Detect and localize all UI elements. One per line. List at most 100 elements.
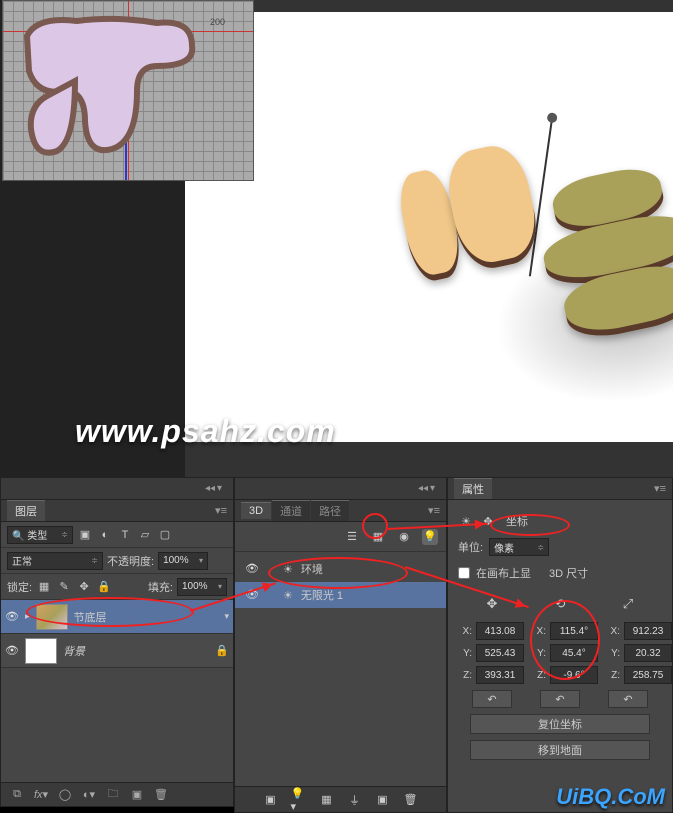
pos-y-input[interactable] <box>476 644 524 662</box>
new-light-icon[interactable]: 💡▾ <box>291 792 307 808</box>
filter-material-icon[interactable]: ◉ <box>396 529 412 545</box>
panel-close-icon[interactable]: ▾ <box>430 484 440 494</box>
panel-menu-icon[interactable]: ▾≡ <box>654 482 666 495</box>
filter-scene-icon[interactable]: ☰ <box>344 529 360 545</box>
filter-adjust-icon[interactable]: ◐ <box>97 527 113 543</box>
visibility-toggle[interactable]: 👁 <box>5 610 19 624</box>
visibility-toggle[interactable]: 👁 <box>5 644 19 658</box>
blend-mode-dropdown[interactable]: 正常≑ <box>7 552 103 570</box>
light-icon: ☀ <box>283 589 293 602</box>
scale-z-input[interactable] <box>624 666 672 684</box>
rot-z-input[interactable] <box>550 666 598 684</box>
scene-3d <box>385 72 673 412</box>
layer-thumbnail[interactable] <box>25 638 57 664</box>
group-icon[interactable]: 🗀 <box>105 787 121 803</box>
layers-footer: ⧉ fx▾ ◯ ◐▾ 🗀 ▣ 🗑 <box>1 782 233 806</box>
tab-paths[interactable]: 路径 <box>311 500 349 521</box>
reset-pos-button[interactable]: ↶ <box>472 690 512 708</box>
layer-item-background[interactable]: 👁 背景 🔒 <box>1 634 233 668</box>
filter-smart-icon[interactable]: ▢ <box>157 527 173 543</box>
properties-panel: 属性 ▾≡ ☀ ✥ 坐标 单位: 像素≑ 在画布上显 3D 尺寸 ✥ ⟲ ⤢ X… <box>447 477 673 813</box>
scale-y-input[interactable] <box>624 644 672 662</box>
tab-properties[interactable]: 属性 <box>454 478 492 499</box>
3d-item-infinite-light[interactable]: 👁 ☀ 无限光 1 <box>235 582 446 608</box>
fill-input[interactable]: 100%▾ <box>177 578 227 596</box>
y-label: Y: <box>606 648 620 659</box>
layer-item-selected[interactable]: 👁 ▸ 节底层 ▾ <box>1 600 233 634</box>
rot-y-input[interactable] <box>550 644 598 662</box>
trash-icon[interactable]: 🗑 <box>403 792 419 808</box>
filter-mesh-icon[interactable]: ▦ <box>370 529 386 545</box>
ground-icon[interactable]: ⏚ <box>347 792 363 808</box>
mask-icon[interactable]: ◯ <box>57 787 73 803</box>
move-to-ground-button[interactable]: 移到地面 <box>470 740 650 760</box>
scale-tool-icon[interactable]: ⤢ <box>618 594 638 614</box>
panel-menu-icon[interactable]: ▾≡ <box>428 504 440 517</box>
new-layer-icon[interactable]: ▣ <box>129 787 145 803</box>
3d-footer: ▣ 💡▾ ▦ ⏚ ▣ 🗑 <box>235 786 446 812</box>
reset-scale-button[interactable]: ↶ <box>608 690 648 708</box>
layer-thumbnail[interactable] <box>36 604 68 630</box>
axis-icon[interactable]: ▦ <box>319 792 335 808</box>
filter-light-icon[interactable]: 💡 <box>422 529 438 545</box>
scale-x-input[interactable] <box>624 622 672 640</box>
ruler-value: 200 <box>210 17 225 27</box>
layer-name[interactable]: 背景 <box>63 643 85 659</box>
new-icon[interactable]: ▣ <box>375 792 391 808</box>
layer-name[interactable]: 节底层 <box>74 609 107 625</box>
panel-collapse-icon[interactable]: ◂◂ <box>205 484 215 494</box>
filter-type-icon[interactable]: T <box>117 527 133 543</box>
render-icon[interactable]: ▣ <box>263 792 279 808</box>
lock-position-icon[interactable]: ✥ <box>76 579 92 595</box>
pos-x-input[interactable] <box>476 622 524 640</box>
visibility-toggle[interactable]: 👁 <box>245 562 259 576</box>
layer-list[interactable]: 👁 ▸ 节底层 ▾ 👁 背景 🔒 <box>1 600 233 800</box>
opacity-input[interactable]: 100%▾ <box>158 552 208 570</box>
lock-paint-icon[interactable]: ✎ <box>56 579 72 595</box>
panel-menu-icon[interactable]: ▾≡ <box>215 504 227 517</box>
light-type-icon[interactable]: ☀ <box>458 513 474 529</box>
3d-item-label: 无限光 1 <box>301 587 343 603</box>
layers-panel-header[interactable]: ◂◂ ▾ <box>1 478 233 500</box>
link-layers-icon[interactable]: ⧉ <box>9 787 25 803</box>
viewport-3d[interactable] <box>185 12 673 442</box>
lock-all-icon[interactable]: 🔒 <box>96 579 112 595</box>
tab-layers[interactable]: 图层 <box>7 500 45 521</box>
opacity-label: 不透明度: <box>107 553 154 569</box>
3d-panel: ◂◂ ▾ 3D 通道 路径 ▾≡ ☰ ▦ ◉ 💡 👁 ☀ 环境 👁 ☀ 无限光 … <box>234 477 447 813</box>
3d-item-environment[interactable]: 👁 ☀ 环境 <box>235 556 446 582</box>
panel-close-icon[interactable]: ▾ <box>217 484 227 494</box>
reset-rot-button[interactable]: ↶ <box>540 690 580 708</box>
panel-collapse-icon[interactable]: ◂◂ <box>418 484 428 494</box>
tab-3d[interactable]: 3D <box>241 502 271 519</box>
3d-item-label: 环境 <box>301 561 323 577</box>
pos-z-input[interactable] <box>476 666 524 684</box>
rotate-tool-icon[interactable]: ⟲ <box>550 594 570 614</box>
3d-panel-header[interactable]: ◂◂ ▾ <box>235 478 446 500</box>
y-label: Y: <box>458 648 472 659</box>
rot-x-input[interactable] <box>550 622 598 640</box>
filter-kind-dropdown[interactable]: 🔍 类型≑ <box>7 526 73 544</box>
show-on-canvas-checkbox[interactable] <box>458 567 470 579</box>
lock-icon[interactable]: 🔒 <box>215 644 229 657</box>
adjustment-icon[interactable]: ◐▾ <box>81 787 97 803</box>
3d-scene-list[interactable]: 👁 ☀ 环境 👁 ☀ 无限光 1 <box>235 552 446 612</box>
show-on-canvas-label: 在画布上显 <box>476 565 531 581</box>
fx-icon[interactable]: fx▾ <box>33 787 49 803</box>
z-label: Z: <box>532 670 546 681</box>
units-dropdown[interactable]: 像素≑ <box>489 538 549 556</box>
reset-coordinates-button[interactable]: 复位坐标 <box>470 714 650 734</box>
filter-pixel-icon[interactable]: ▣ <box>77 527 93 543</box>
grid-preview[interactable]: 200 <box>2 0 254 181</box>
move-tool-icon[interactable]: ✥ <box>482 594 502 614</box>
visibility-toggle[interactable]: 👁 <box>245 588 259 602</box>
sun-icon: ☀ <box>283 563 293 576</box>
trash-icon[interactable]: 🗑 <box>153 787 169 803</box>
layer-caret[interactable]: ▾ <box>224 611 229 622</box>
tab-channels[interactable]: 通道 <box>272 500 310 521</box>
document-canvas[interactable]: 200 www.psahz.com <box>0 0 673 477</box>
expand-icon[interactable]: ▸ <box>25 611 30 622</box>
filter-shape-icon[interactable]: ▱ <box>137 527 153 543</box>
coords-icon[interactable]: ✥ <box>480 513 496 529</box>
lock-transparent-icon[interactable]: ▦ <box>36 579 52 595</box>
